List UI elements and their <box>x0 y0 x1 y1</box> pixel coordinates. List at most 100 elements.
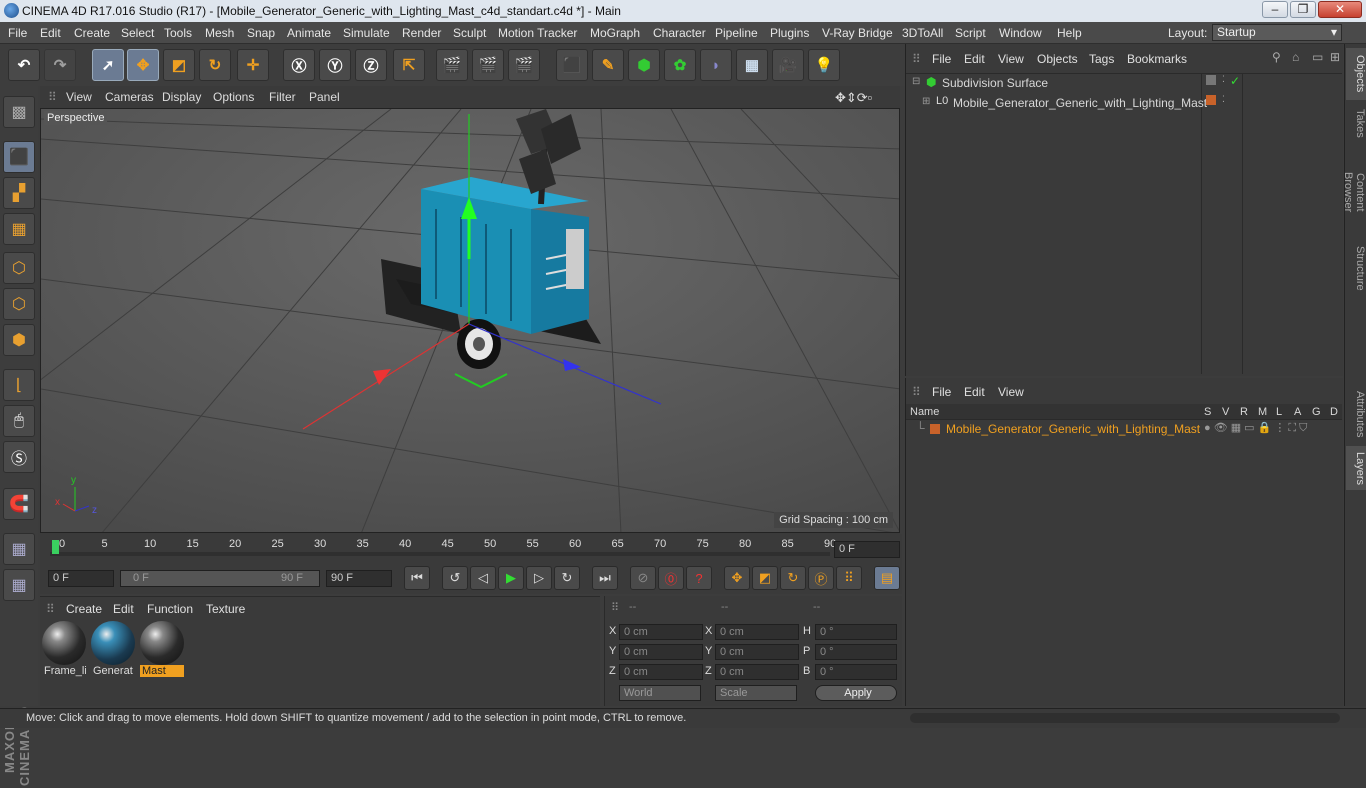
objects-menu-view[interactable]: View <box>998 52 1024 66</box>
layers-menu-edit[interactable]: Edit <box>964 385 985 399</box>
undo-icon[interactable]: ↶ <box>8 49 40 81</box>
tab-objects[interactable]: Objects <box>1346 48 1366 100</box>
rotation-h-field[interactable]: 0 ° <box>815 624 897 640</box>
position-x-field[interactable]: 0 cm <box>619 624 703 640</box>
viewport-nav-icons[interactable]: ✥⇕⟳▫ <box>835 90 872 106</box>
size-y-field[interactable]: 0 cm <box>715 644 799 660</box>
cube-object-icon[interactable]: ⬛ <box>556 49 588 81</box>
render-view-icon[interactable]: 🎬 <box>436 49 468 81</box>
layer-color-swatch[interactable] <box>930 424 940 434</box>
menu-help[interactable]: Help <box>1057 26 1082 40</box>
status-scrollbar[interactable] <box>910 713 1340 723</box>
coord-mode-dropdown[interactable]: Scale <box>715 685 797 701</box>
go-to-end-icon[interactable]: ⏭ <box>592 566 618 590</box>
scale-tool-icon[interactable]: ◩ <box>163 49 195 81</box>
menu-window[interactable]: Window <box>999 26 1042 40</box>
tree-expand-icon[interactable]: ⊞ <box>922 96 930 107</box>
make-editable-icon[interactable]: ▩ <box>3 96 35 128</box>
drag-handle-icon[interactable]: ⠿ <box>611 601 619 614</box>
search-icon[interactable]: ⚲ <box>1272 50 1281 64</box>
layer-color-swatch[interactable] <box>1206 95 1216 105</box>
x-axis-lock-icon[interactable]: Ⓧ <box>283 49 315 81</box>
layers-menu-file[interactable]: File <box>932 385 951 399</box>
menu-character[interactable]: Character <box>653 26 706 40</box>
key-position-icon[interactable]: ✥ <box>724 566 750 590</box>
workplane-mode-icon[interactable]: ▦ <box>3 213 35 245</box>
material-swatch[interactable]: Generat <box>91 621 135 679</box>
menu-animate[interactable]: Animate <box>287 26 331 40</box>
live-selection-icon[interactable]: ➚ <box>92 49 124 81</box>
material-swatch[interactable]: Frame_li <box>42 621 86 679</box>
tweak-mode-icon[interactable]: 🖱 <box>3 405 35 437</box>
checkmark-icon[interactable]: ✓ <box>1230 74 1240 88</box>
render-settings-icon[interactable]: 🎬 <box>508 49 540 81</box>
camera-icon[interactable]: 🎥 <box>772 49 804 81</box>
polygons-mode-icon[interactable]: ⬢ <box>3 324 35 356</box>
go-to-start-icon[interactable]: ⏮ <box>404 566 430 590</box>
previous-key-icon[interactable]: ↺ <box>442 566 468 590</box>
coordinate-system-icon[interactable]: ⇱ <box>393 49 425 81</box>
layer-row[interactable]: └ Mobile_Generator_Generic_with_Lighting… <box>906 421 1342 437</box>
position-y-field[interactable]: 0 cm <box>619 644 703 660</box>
menu-select[interactable]: Select <box>121 26 154 40</box>
menu-edit[interactable]: Edit <box>40 26 61 40</box>
deformer-icon[interactable]: ◗ <box>700 49 732 81</box>
minimize-button[interactable]: ‒ <box>1262 1 1288 18</box>
subdivision-surface-icon[interactable]: ⬢ <box>628 49 660 81</box>
menu-snap[interactable]: Snap <box>247 26 275 40</box>
menu-3dtoall[interactable]: 3DToAll <box>902 26 943 40</box>
viewport-menu-panel[interactable]: Panel <box>309 90 340 104</box>
apply-button[interactable]: Apply <box>815 685 897 701</box>
menu-create[interactable]: Create <box>74 26 110 40</box>
model-mode-icon[interactable]: ⬛ <box>3 141 35 173</box>
layout-dropdown[interactable]: Startup ▾ <box>1212 24 1342 41</box>
recent-tool-icon[interactable]: ✛ <box>237 49 269 81</box>
close-button[interactable]: ✕ <box>1318 1 1362 18</box>
redo-icon[interactable]: ↷ <box>44 49 76 81</box>
tab-takes[interactable]: Takes <box>1346 102 1366 144</box>
key-scale-icon[interactable]: ◩ <box>752 566 778 590</box>
timeline[interactable]: 0 5 10 15 20 25 30 35 40 45 50 55 60 65 70 75 80 85 90 0 F <box>40 534 902 564</box>
menu-sculpt[interactable]: Sculpt <box>453 26 486 40</box>
viewport-menu-filter[interactable]: Filter <box>269 90 296 104</box>
rotation-p-field[interactable]: 0 ° <box>815 644 897 660</box>
object-name[interactable]: Mobile_Generator_Generic_with_Lighting_M… <box>953 96 1207 110</box>
material-menu-create[interactable]: Create <box>66 602 102 616</box>
autokey-icon[interactable]: ⓪ <box>658 566 684 590</box>
maximize-button[interactable]: ❐ <box>1290 1 1316 18</box>
objects-menu-bookmarks[interactable]: Bookmarks <box>1127 52 1187 66</box>
layers-menu-view[interactable]: View <box>998 385 1024 399</box>
objects-menu-objects[interactable]: Objects <box>1037 52 1078 66</box>
position-z-field[interactable]: 0 cm <box>619 664 703 680</box>
new-view-icon[interactable]: ▭ <box>1312 50 1323 64</box>
key-rotation-icon[interactable]: ↻ <box>780 566 806 590</box>
record-keys-icon[interactable]: ⊘ <box>630 566 656 590</box>
timeline-window-icon[interactable]: ▤ <box>874 566 900 590</box>
objects-menu-tags[interactable]: Tags <box>1089 52 1114 66</box>
menu-vray-bridge[interactable]: V-Ray Bridge <box>822 26 893 40</box>
workplane-align-icon[interactable]: ▦ <box>3 569 35 601</box>
axis-mode-icon[interactable]: ⌊ <box>3 369 35 401</box>
current-frame-field[interactable]: 0 F <box>834 541 900 558</box>
viewport-menu-view[interactable]: View <box>66 90 92 104</box>
3d-viewport[interactable]: y x z Perspective Grid Spacing : 100 cm <box>40 108 900 533</box>
tree-collapse-icon[interactable]: ⊟ <box>912 76 920 87</box>
viewport-menu-options[interactable]: Options <box>213 90 254 104</box>
edges-mode-icon[interactable]: ⬡ <box>3 288 35 320</box>
menu-tools[interactable]: Tools <box>164 26 192 40</box>
floor-icon[interactable]: ▦ <box>736 49 768 81</box>
drag-handle-icon[interactable]: ⠿ <box>912 52 921 66</box>
material-menu-texture[interactable]: Texture <box>206 602 245 616</box>
render-picture-viewer-icon[interactable]: 🎬 <box>472 49 504 81</box>
move-tool-icon[interactable]: ✥ <box>127 49 159 81</box>
cloner-icon[interactable]: ✿ <box>664 49 696 81</box>
menu-plugins[interactable]: Plugins <box>770 26 809 40</box>
tab-structure[interactable]: Structure <box>1346 240 1366 296</box>
solo-mode-icon[interactable]: Ⓢ <box>3 441 35 473</box>
menu-render[interactable]: Render <box>402 26 441 40</box>
coord-space-dropdown[interactable]: World <box>619 685 701 701</box>
next-key-icon[interactable]: ↻ <box>554 566 580 590</box>
pen-spline-icon[interactable]: ✎ <box>592 49 624 81</box>
end-frame-field[interactable]: 90 F <box>326 570 392 587</box>
y-axis-lock-icon[interactable]: Ⓨ <box>319 49 351 81</box>
